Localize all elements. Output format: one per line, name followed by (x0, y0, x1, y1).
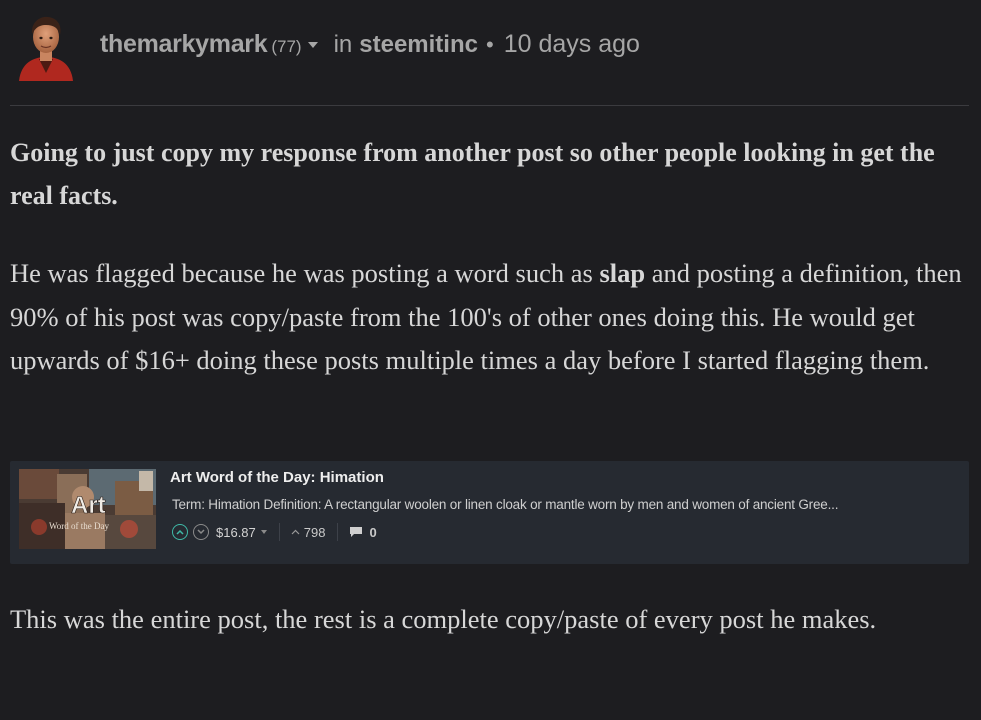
payout-amount[interactable]: $16.87 (216, 525, 256, 540)
community-link[interactable]: steemitinc (359, 31, 478, 59)
comment-paragraph-2: He was flagged because he was posting a … (10, 252, 975, 383)
linked-post-card[interactable]: Art Word of the Day Art Word of the Day:… (10, 461, 969, 564)
byline: themarkymark (77) in steemitinc • 10 day… (100, 30, 640, 66)
author-menu-chevron-down-icon[interactable] (307, 42, 318, 48)
payout-chevron-down-icon[interactable] (260, 530, 267, 534)
comment-count[interactable]: 0 (369, 525, 376, 540)
author-link[interactable]: themarkymark (100, 30, 268, 59)
byline-separator: • (485, 32, 494, 57)
linked-post-description: Term: Himation Definition: A rectangular… (172, 497, 839, 512)
in-label: in (333, 31, 353, 58)
post-thumbnail[interactable]: Art Word of the Day (19, 469, 156, 549)
linked-post-title[interactable]: Art Word of the Day: Himation (170, 469, 384, 486)
comment-header: themarkymark (77) in steemitinc • 10 day… (0, 0, 981, 106)
paragraph-2-text-start: He was flagged because he was posting a … (10, 258, 600, 288)
comment-bubble-icon (350, 527, 363, 537)
vote-count[interactable]: 798 (304, 525, 326, 540)
thumbnail-subtext: Word of the Day (49, 521, 110, 531)
meta-separator (278, 523, 280, 541)
thumbnail-art-text: Art (71, 492, 106, 519)
upvote-chevron-up-icon[interactable] (172, 524, 188, 540)
paragraph-2-bold-word: slap (599, 258, 646, 288)
votes-chevron-up-icon (291, 529, 300, 535)
author-avatar[interactable] (17, 15, 75, 81)
author-reputation: (77) (271, 37, 302, 56)
post-timestamp-link[interactable]: 10 days ago (504, 30, 640, 59)
comment-paragraph-3: This was the entire post, the rest is a … (10, 604, 877, 634)
linked-post-meta: $16.87 798 0 (172, 521, 377, 543)
meta-separator (337, 523, 339, 541)
header-divider (10, 105, 969, 106)
downvote-chevron-down-icon[interactable] (193, 524, 209, 540)
comment-paragraph-1: Going to just copy my response from anot… (10, 138, 935, 210)
